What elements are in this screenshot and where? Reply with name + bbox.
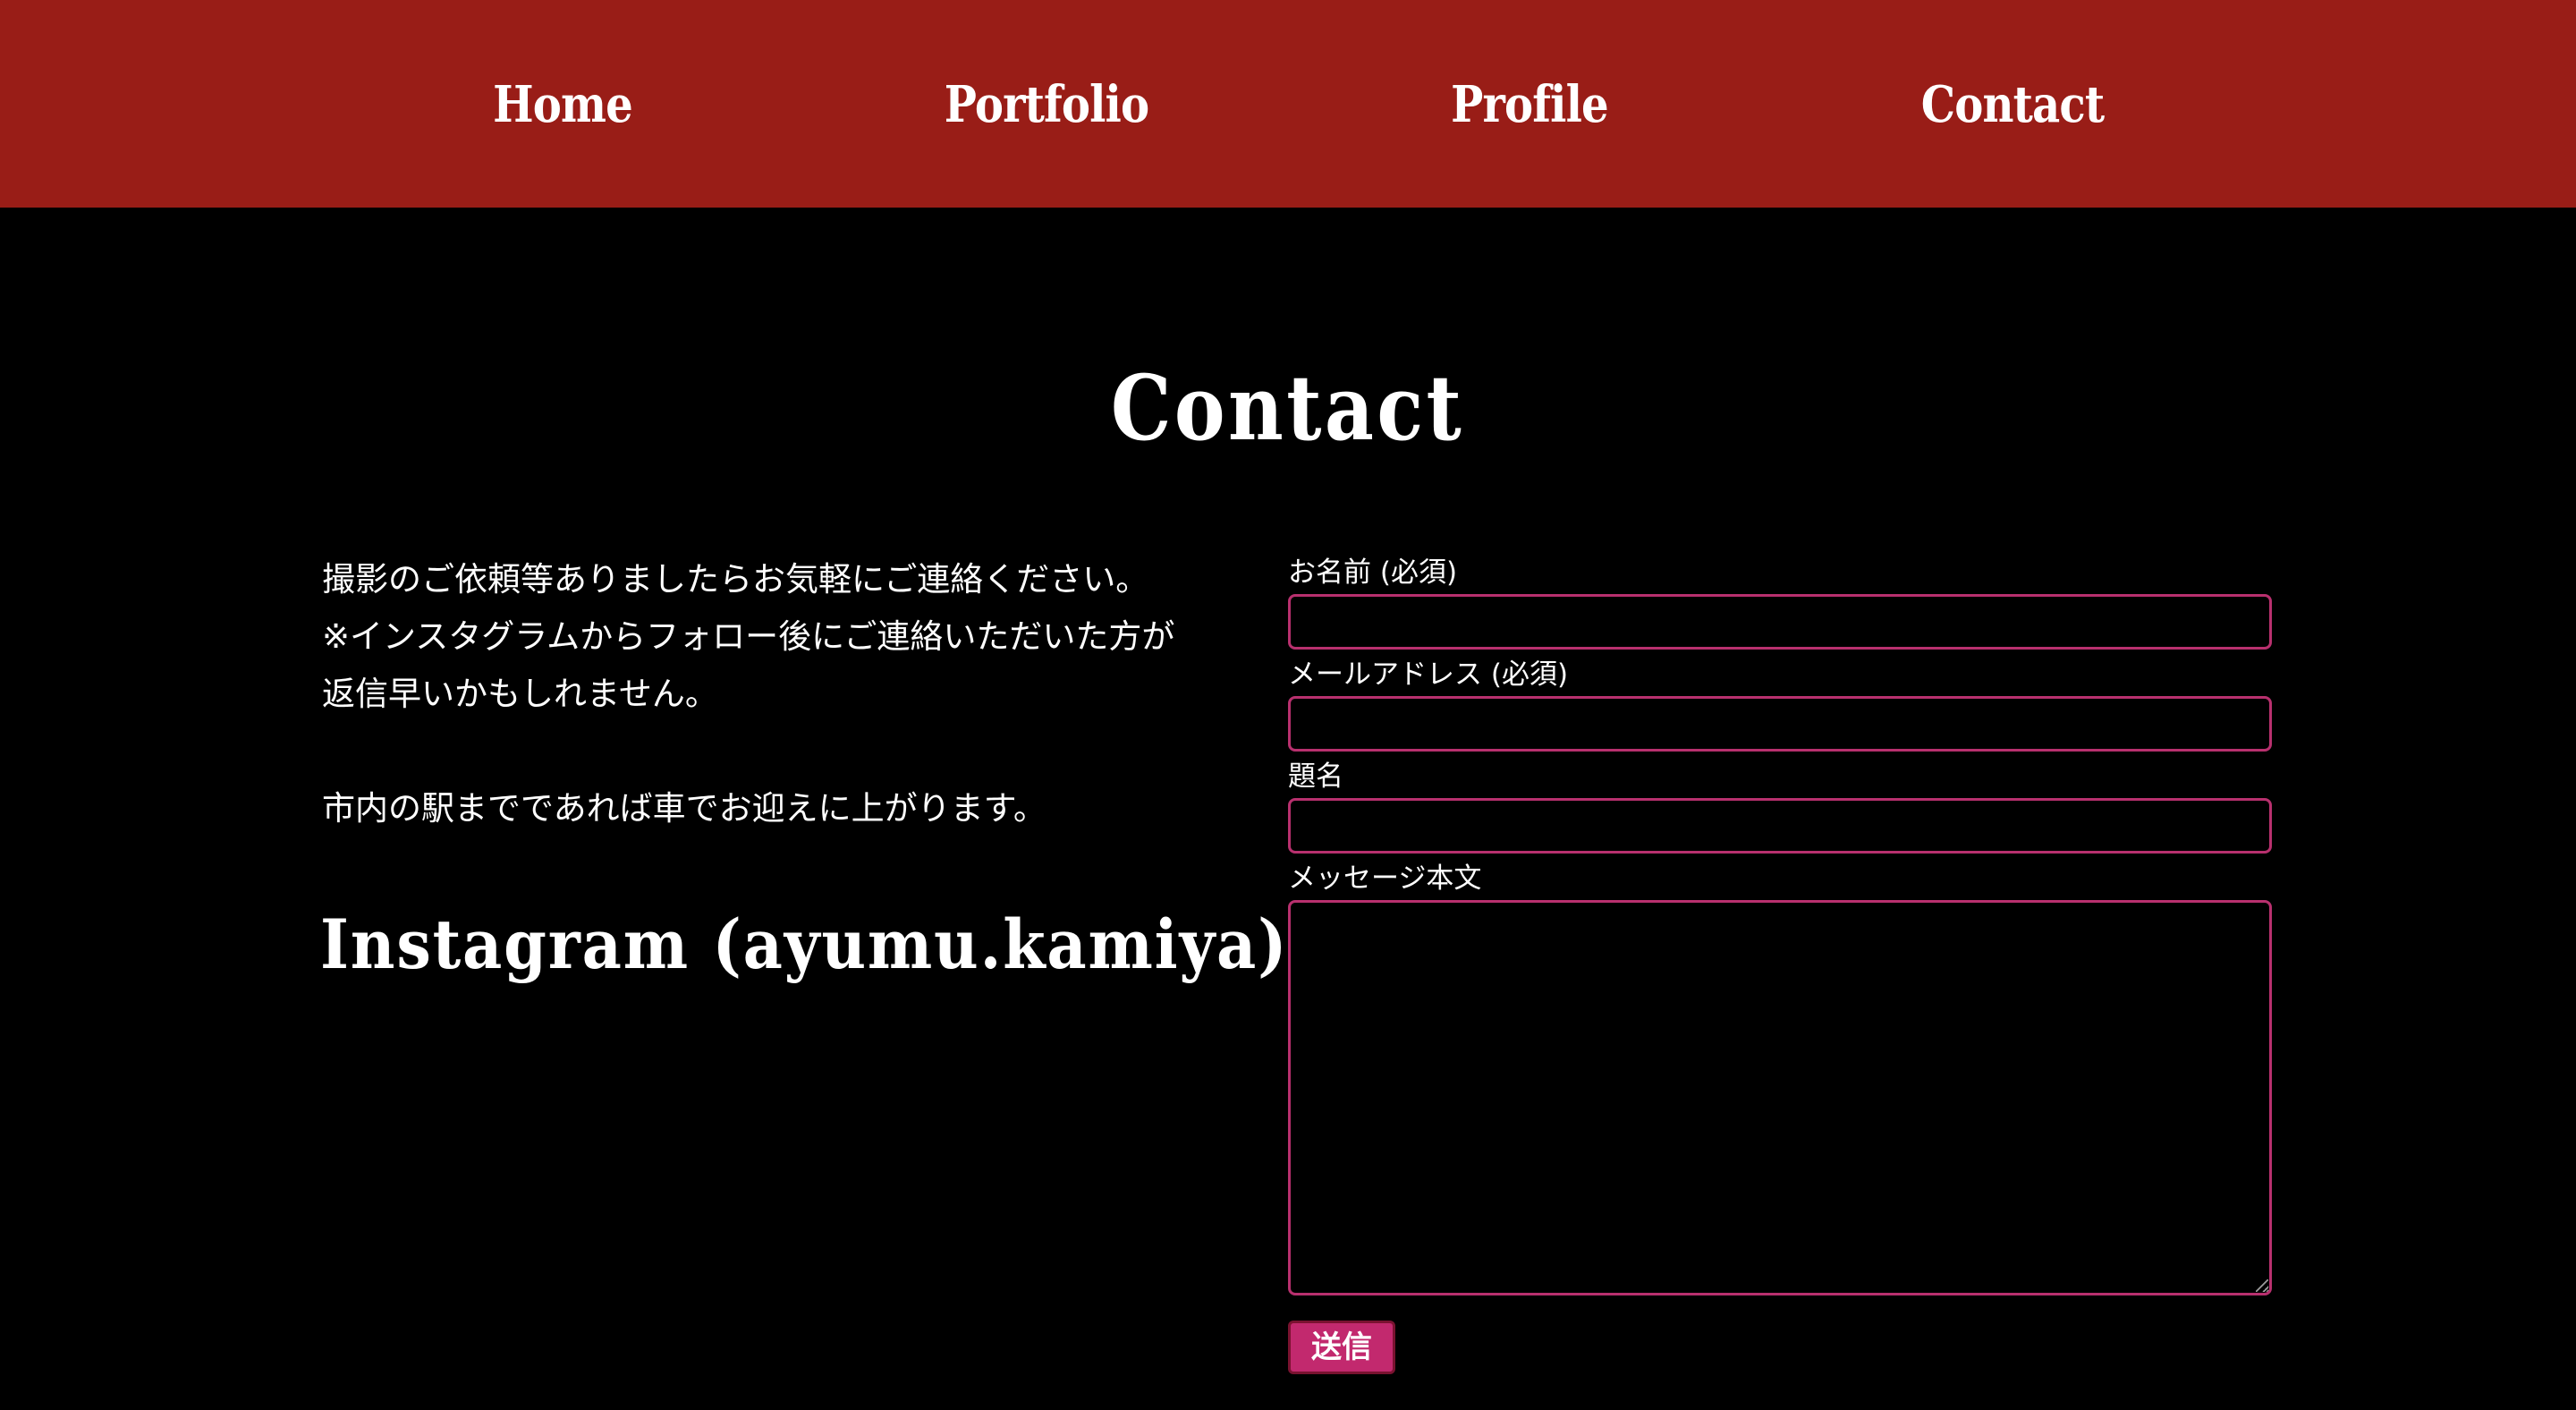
nav-link-profile[interactable]: Profile <box>1438 64 1621 145</box>
nav-link-portfolio-label: Portfolio <box>944 75 1149 134</box>
name-field[interactable] <box>1288 594 2272 650</box>
subject-field-label: 題名 <box>1288 760 1343 793</box>
nav-link-portfolio[interactable]: Portfolio <box>928 64 1165 145</box>
page-title-text: Contact <box>1111 355 1465 461</box>
message-textarea[interactable] <box>1288 900 2272 1295</box>
subject-field[interactable] <box>1288 798 2272 854</box>
email-field-label: メールアドレス (必須) <box>1288 658 1569 691</box>
instagram-link[interactable]: Instagram (ayumu.kamiya) <box>320 900 1288 990</box>
message-field-label: メッセージ本文 <box>1288 862 1482 895</box>
nav-link-home[interactable]: Home <box>481 64 643 145</box>
top-nav-bar: Home Portfolio Profile Contact <box>0 0 2576 208</box>
page-title: Contact <box>0 354 2576 462</box>
intro-line-2: ※インスタグラムからフォロー後にご連絡いただいた方が <box>322 617 1175 656</box>
intro-text: 撮影のご依頼等ありましたらお気軽にご連絡ください。 ※インスタグラムからフォロー… <box>322 551 1270 837</box>
nav-link-contact[interactable]: Contact <box>1906 64 2119 145</box>
email-field[interactable] <box>1288 696 2272 752</box>
intro-line-4: 市内の駅までであれば車でお迎えに上がります。 <box>322 789 1046 828</box>
submit-button[interactable]: 送信 <box>1288 1321 1395 1374</box>
nav-link-profile-label: Profile <box>1451 75 1609 134</box>
intro-line-1: 撮影のご依頼等ありましたらお気軽にご連絡ください。 <box>322 560 1149 599</box>
intro-spacer <box>322 723 1270 780</box>
intro-line-3: 返信早いかもしれません。 <box>322 675 718 713</box>
nav-link-contact-label: Contact <box>1920 75 2105 134</box>
nav-link-home-label: Home <box>493 75 633 134</box>
name-field-label: お名前 (必須) <box>1288 556 1458 589</box>
